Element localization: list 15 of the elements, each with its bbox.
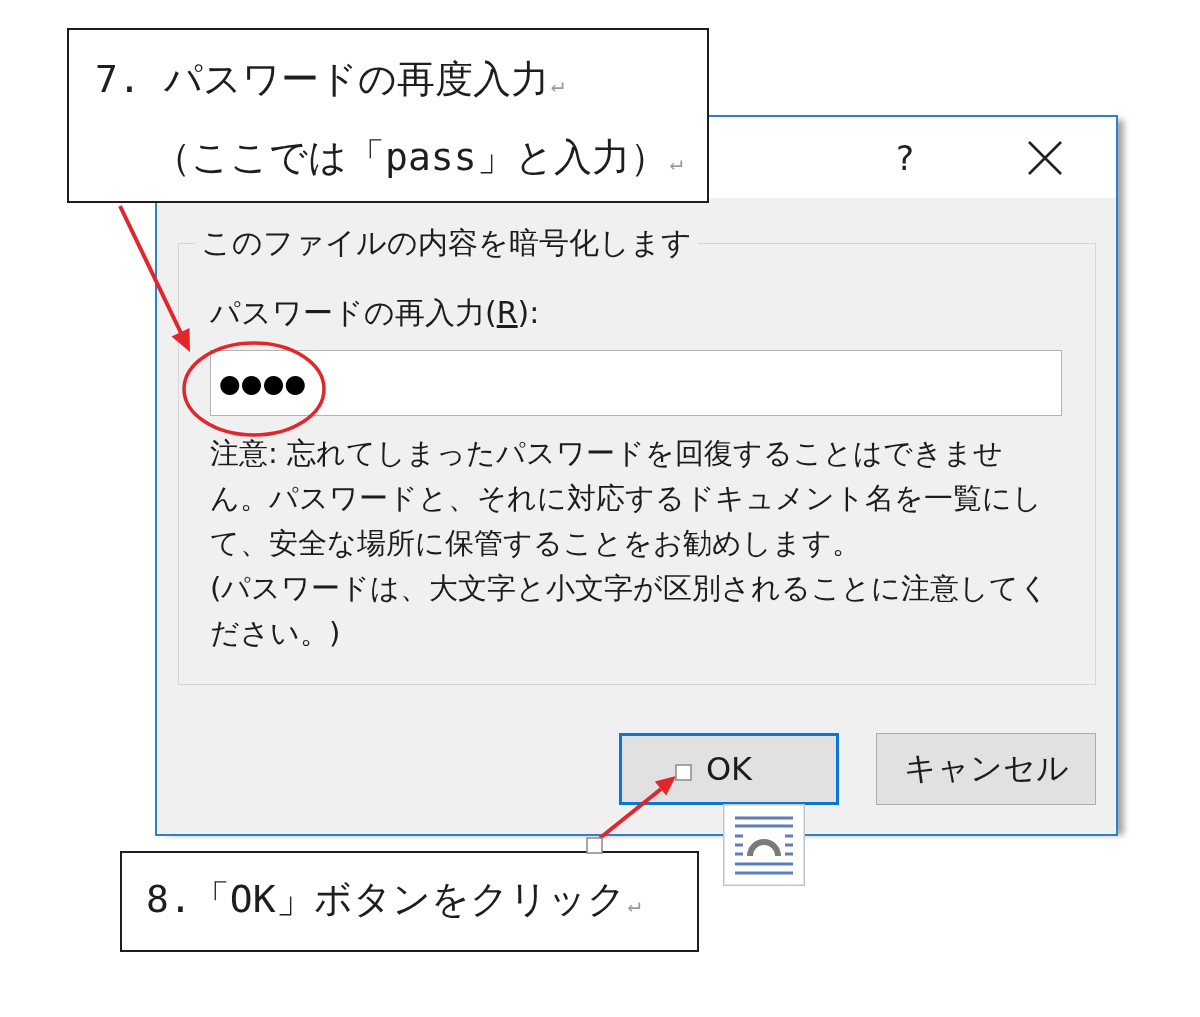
callout-text: 8.「OK」ボタンをクリック↵	[146, 875, 641, 923]
selection-handle[interactable]	[675, 764, 692, 781]
callout-text: 7. パスワードの再度入力↵	[95, 56, 564, 103]
field-label: パスワードの再入力(R):	[210, 294, 541, 332]
help-button[interactable]: ?	[870, 127, 940, 188]
group-title: このファイルの内容を暗号化します	[200, 224, 693, 262]
note-text: (パスワードは、大文字と小文字が区別されることに注意してください。)	[210, 570, 1051, 652]
cancel-button[interactable]: キャンセル	[876, 733, 1096, 805]
callout-text: （ここでは「pass」と入力）↵	[153, 134, 683, 181]
ok-button[interactable]: OK	[619, 733, 839, 805]
password-field[interactable]: ●●●●	[210, 350, 1062, 416]
note-text: 注意: 忘れてしまったパスワードを回復することはできません。パスワードと、それに対応するドキュメント名を一覧にして、安全な場所に保管することをお勧めします。	[210, 435, 1043, 562]
close-icon	[1028, 140, 1062, 175]
selection-handle[interactable]	[586, 837, 603, 854]
text-wrap-icon[interactable]	[723, 804, 805, 886]
